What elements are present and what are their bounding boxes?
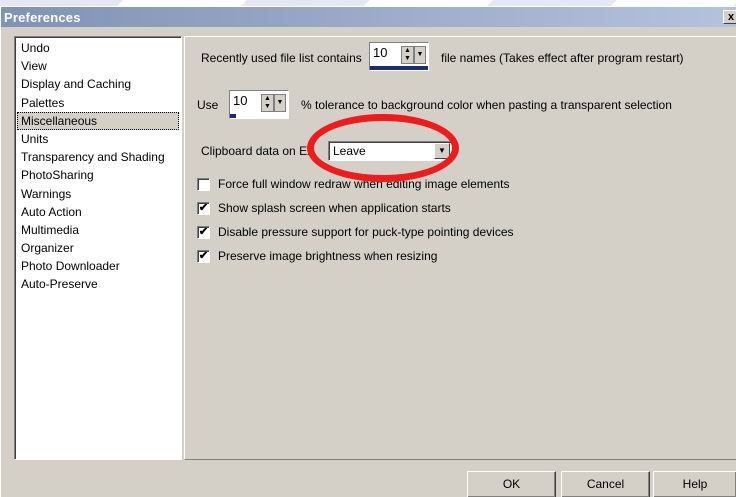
clipboard-label: Clipboard data on Ex — [201, 144, 314, 158]
recent-files-value[interactable]: 10 — [373, 45, 387, 60]
force-redraw-option[interactable]: Force full window redraw when editing im… — [197, 177, 509, 191]
preferences-dialog: Preferences x Undo View Display and Cach… — [0, 6, 736, 497]
chevron-down-icon[interactable]: ▼ — [434, 143, 450, 159]
tolerance-label: Use — [197, 98, 219, 112]
recent-files-dropdown-icon[interactable]: ▼ — [414, 46, 426, 64]
tolerance-value[interactable]: 10 — [233, 93, 247, 108]
category-item-view[interactable]: View — [17, 57, 179, 75]
splash-screen-checkbox[interactable]: ✔ — [197, 201, 210, 215]
tolerance-suffix: % tolerance to background color when pas… — [301, 98, 672, 112]
close-icon[interactable]: x — [723, 10, 736, 24]
category-item-warnings[interactable]: Warnings — [17, 185, 179, 203]
clipboard-select-value[interactable]: Leave — [333, 144, 366, 158]
spin-down-icon[interactable]: ▼ — [262, 103, 273, 111]
tolerance-spinner[interactable]: 10 ▲ ▼ ▼ — [229, 90, 289, 119]
preserve-brightness-checkbox[interactable]: ✔ — [197, 249, 210, 263]
category-item-display-and-caching[interactable]: Display and Caching — [17, 75, 179, 93]
category-item-auto-preserve[interactable]: Auto-Preserve — [17, 275, 179, 293]
preserve-brightness-option[interactable]: ✔ Preserve image brightness when resizin… — [197, 249, 437, 263]
spin-up-icon[interactable]: ▲ — [402, 47, 413, 55]
category-item-units[interactable]: Units — [17, 130, 179, 148]
preserve-brightness-label[interactable]: Preserve image brightness when resizing — [218, 249, 437, 263]
recent-files-spinner[interactable]: 10 ▲ ▼ ▼ — [369, 42, 429, 71]
category-item-undo[interactable]: Undo — [17, 39, 179, 57]
recent-files-suffix: file names (Takes effect after program r… — [441, 51, 684, 65]
pressure-support-checkbox[interactable]: ✔ — [197, 225, 210, 239]
ok-button[interactable]: OK — [467, 471, 556, 497]
splash-screen-option[interactable]: ✔ Show splash screen when application st… — [197, 201, 451, 215]
tolerance-spin-arrows[interactable]: ▲ ▼ — [261, 94, 274, 112]
tolerance-slider-bar — [230, 114, 236, 118]
category-item-photosharing[interactable]: PhotoSharing — [17, 166, 179, 184]
category-item-palettes[interactable]: Palettes — [17, 94, 179, 112]
category-list[interactable]: Undo View Display and Caching Palettes M… — [14, 36, 182, 460]
category-item-transparency-and-shading[interactable]: Transparency and Shading — [17, 148, 179, 166]
force-redraw-label[interactable]: Force full window redraw when editing im… — [218, 177, 509, 191]
splash-screen-label[interactable]: Show splash screen when application star… — [218, 201, 451, 215]
clipboard-select[interactable]: Leave ▼ — [328, 141, 452, 161]
category-item-photo-downloader[interactable]: Photo Downloader — [17, 257, 179, 275]
category-item-organizer[interactable]: Organizer — [17, 239, 179, 257]
miscellaneous-panel: Recently used file list contains 10 ▲ ▼ … — [184, 36, 736, 460]
tolerance-dropdown-icon[interactable]: ▼ — [274, 94, 286, 112]
window-title: Preferences — [4, 9, 81, 25]
category-item-multimedia[interactable]: Multimedia — [17, 221, 179, 239]
recent-files-spin-arrows[interactable]: ▲ ▼ — [401, 46, 414, 64]
spin-down-icon[interactable]: ▼ — [402, 55, 413, 63]
category-item-miscellaneous[interactable]: Miscellaneous — [17, 111, 179, 130]
help-button[interactable]: Help — [653, 471, 736, 497]
pressure-support-label[interactable]: Disable pressure support for puck-type p… — [218, 225, 514, 239]
category-item-auto-action[interactable]: Auto Action — [17, 203, 179, 221]
pressure-support-option[interactable]: ✔ Disable pressure support for puck-type… — [197, 225, 514, 239]
recent-files-slider-bar — [370, 66, 428, 70]
cancel-button[interactable]: Cancel — [561, 471, 650, 497]
spin-up-icon[interactable]: ▲ — [262, 95, 273, 103]
force-redraw-checkbox[interactable] — [197, 177, 210, 191]
title-bar[interactable]: Preferences x — [1, 7, 736, 27]
recent-files-label: Recently used file list contains — [201, 51, 362, 65]
